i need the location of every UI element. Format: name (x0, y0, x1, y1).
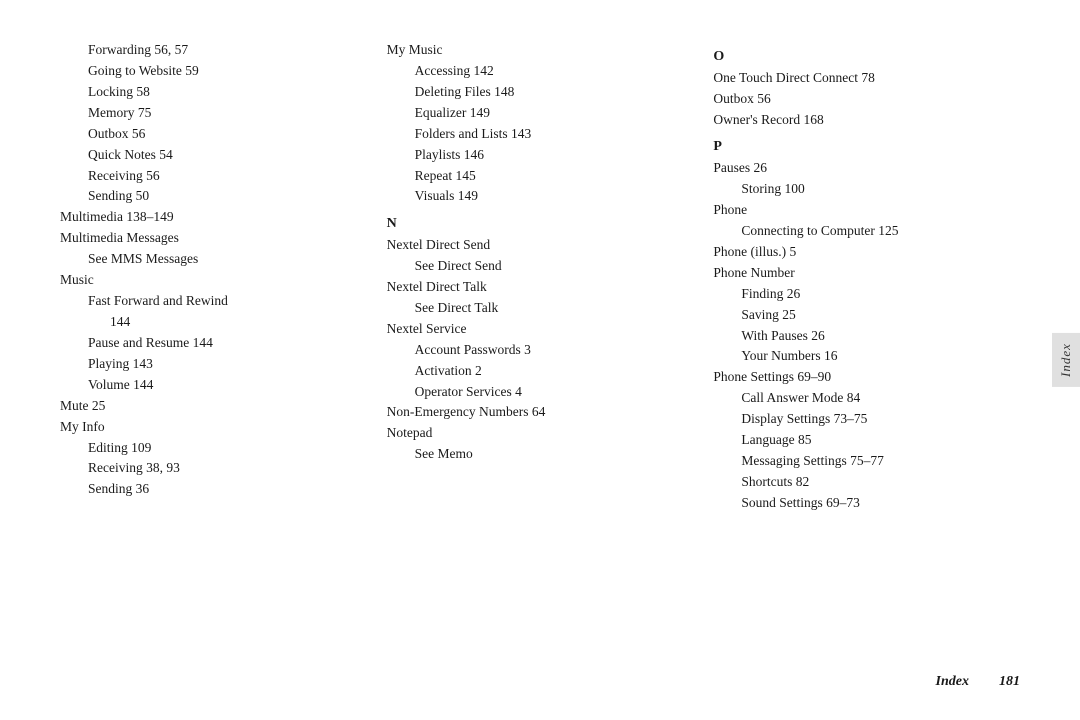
index-entry: Notepad (387, 423, 694, 444)
index-entry: With Pauses 26 (713, 326, 1020, 347)
index-entry: Call Answer Mode 84 (713, 388, 1020, 409)
index-entry: Going to Website 59 (60, 61, 367, 82)
column-3: OOne Touch Direct Connect 78Outbox 56Own… (703, 40, 1020, 666)
index-entry: Receiving 38, 93 (60, 458, 367, 479)
index-entry: My Music (387, 40, 694, 61)
index-entry: See Memo (387, 444, 694, 465)
index-entry: Non-Emergency Numbers 64 (387, 402, 694, 423)
index-entry: Folders and Lists 143 (387, 124, 694, 145)
index-entry: Sending 50 (60, 186, 367, 207)
footer-label: Index (936, 674, 969, 690)
column-2: My MusicAccessing 142Deleting Files 148E… (377, 40, 704, 666)
index-entry: Phone (illus.) 5 (713, 242, 1020, 263)
index-entry: Language 85 (713, 430, 1020, 451)
index-entry: One Touch Direct Connect 78 (713, 68, 1020, 89)
index-entry: Fast Forward and Rewind (60, 291, 367, 312)
index-entry: Saving 25 (713, 305, 1020, 326)
index-entry: Quick Notes 54 (60, 145, 367, 166)
index-entry: Finding 26 (713, 284, 1020, 305)
index-entry: Outbox 56 (60, 124, 367, 145)
index-entry: Playlists 146 (387, 145, 694, 166)
index-entry: Activation 2 (387, 361, 694, 382)
index-entry: Display Settings 73–75 (713, 409, 1020, 430)
index-entry: Receiving 56 (60, 166, 367, 187)
index-entry: O (713, 46, 1020, 68)
index-entry: Forwarding 56, 57 (60, 40, 367, 61)
page: Forwarding 56, 57Going to Website 59Lock… (0, 0, 1080, 720)
index-entry: Multimedia 138–149 (60, 207, 367, 228)
index-entry: Pauses 26 (713, 158, 1020, 179)
index-entry: Deleting Files 148 (387, 82, 694, 103)
index-entry: Multimedia Messages (60, 228, 367, 249)
index-entry: Shortcuts 82 (713, 472, 1020, 493)
index-entry: Owner's Record 168 (713, 110, 1020, 131)
index-entry: Playing 143 (60, 354, 367, 375)
index-entry: Messaging Settings 75–77 (713, 451, 1020, 472)
footer-page: 181 (999, 674, 1020, 690)
index-entry: Memory 75 (60, 103, 367, 124)
index-entry: Your Numbers 16 (713, 346, 1020, 367)
index-entry: Account Passwords 3 (387, 340, 694, 361)
index-entry: Visuals 149 (387, 186, 694, 207)
index-entry: P (713, 136, 1020, 158)
index-entry: See MMS Messages (60, 249, 367, 270)
index-entry: Phone Number (713, 263, 1020, 284)
index-entry: Operator Services 4 (387, 382, 694, 403)
index-entry: Mute 25 (60, 396, 367, 417)
index-entry: Repeat 145 (387, 166, 694, 187)
index-entry: Storing 100 (713, 179, 1020, 200)
index-entry: Locking 58 (60, 82, 367, 103)
footer: Index 181 (60, 666, 1020, 690)
side-tab-index: Index (1052, 333, 1080, 387)
index-entry: Phone (713, 200, 1020, 221)
index-entry: Nextel Service (387, 319, 694, 340)
column-1: Forwarding 56, 57Going to Website 59Lock… (60, 40, 377, 666)
index-entry: N (387, 213, 694, 235)
index-entry: Editing 109 (60, 438, 367, 459)
index-entry: Volume 144 (60, 375, 367, 396)
index-entry: Pause and Resume 144 (60, 333, 367, 354)
index-entry: 144 (60, 312, 367, 333)
index-entry: See Direct Talk (387, 298, 694, 319)
index-entry: Accessing 142 (387, 61, 694, 82)
index-entry: Connecting to Computer 125 (713, 221, 1020, 242)
index-entry: Nextel Direct Send (387, 235, 694, 256)
index-columns: Forwarding 56, 57Going to Website 59Lock… (60, 40, 1020, 666)
index-entry: See Direct Send (387, 256, 694, 277)
index-entry: My Info (60, 417, 367, 438)
index-entry: Nextel Direct Talk (387, 277, 694, 298)
index-entry: Equalizer 149 (387, 103, 694, 124)
index-entry: Phone Settings 69–90 (713, 367, 1020, 388)
index-entry: Sound Settings 69–73 (713, 493, 1020, 514)
index-entry: Outbox 56 (713, 89, 1020, 110)
index-entry: Sending 36 (60, 479, 367, 500)
index-entry: Music (60, 270, 367, 291)
